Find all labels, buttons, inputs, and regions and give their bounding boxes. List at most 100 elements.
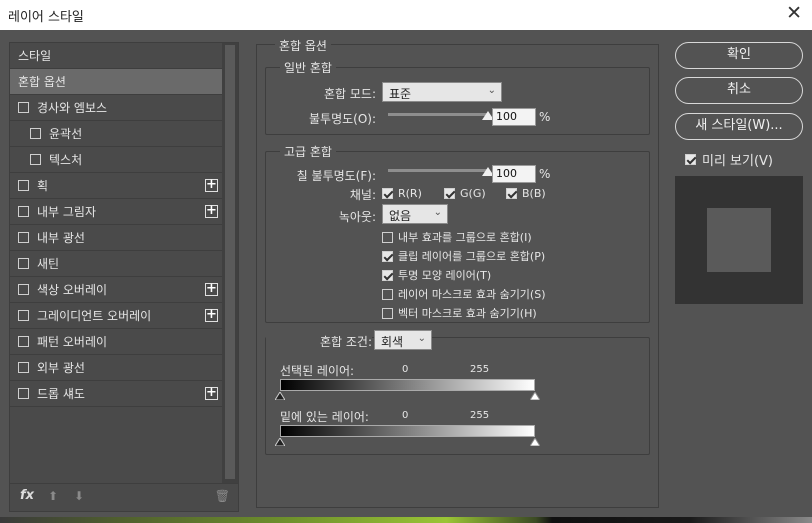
section-title: 혼합 옵션 xyxy=(275,37,331,54)
channel-r-checkbox[interactable] xyxy=(382,188,393,199)
style-item-checkbox[interactable] xyxy=(18,336,29,347)
move-up-icon[interactable]: ⬆ xyxy=(48,489,58,503)
style-item-label: 혼합 옵션 xyxy=(18,75,66,89)
advanced-option[interactable]: 레이어 마스크로 효과 숨기기(S) xyxy=(382,286,546,302)
style-item-label: 윤곽선 xyxy=(49,127,83,141)
advanced-option-checkbox[interactable] xyxy=(382,250,393,262)
style-item[interactable]: 색상 오버레이 + xyxy=(10,277,222,303)
advanced-option-checkbox[interactable] xyxy=(382,307,393,319)
this-layer-black-slider[interactable] xyxy=(275,392,285,400)
style-item[interactable]: 내부 광선 xyxy=(10,225,222,251)
styles-header[interactable]: 스타일 xyxy=(10,43,222,69)
this-layer-gradient xyxy=(280,379,535,391)
scrollbar-thumb[interactable] xyxy=(225,45,235,479)
channel-g[interactable]: G(G) xyxy=(444,187,486,200)
style-item[interactable]: 새틴 xyxy=(10,251,222,277)
style-item-label: 획 xyxy=(37,179,49,193)
style-item[interactable]: 드롭 섀도 + xyxy=(10,381,222,407)
style-item-checkbox[interactable] xyxy=(18,388,29,399)
style-item[interactable]: 그레이디언트 오버레이 + xyxy=(10,303,222,329)
ok-button[interactable]: 확인 xyxy=(675,42,803,69)
fill-opacity-input[interactable]: 100 xyxy=(492,165,536,183)
advanced-blending-title: 고급 혼합 xyxy=(280,143,336,160)
this-layer-label: 선택된 레이어: xyxy=(280,364,355,378)
style-item-label: 그레이디언트 오버레이 xyxy=(37,309,152,323)
fill-opacity-label: 칠 불투명도(F): xyxy=(296,169,376,183)
style-preview xyxy=(675,176,803,304)
style-item[interactable]: 혼합 옵션 xyxy=(10,69,222,95)
fill-opacity-unit: % xyxy=(539,167,551,181)
opacity-label: 불투명도(O): xyxy=(308,112,376,126)
opacity-input[interactable]: 100 xyxy=(492,108,536,126)
advanced-option[interactable]: 내부 효과를 그룹으로 혼합(I) xyxy=(382,229,532,245)
opacity-slider[interactable] xyxy=(388,113,488,116)
add-effect-icon[interactable]: + xyxy=(205,204,218,218)
style-item[interactable]: 패턴 오버레이 xyxy=(10,329,222,355)
add-effect-icon[interactable]: + xyxy=(205,308,218,322)
preview-checkbox[interactable] xyxy=(685,154,696,165)
style-item-checkbox[interactable] xyxy=(30,154,41,165)
blend-if-select[interactable]: 회색 ⌄ xyxy=(374,330,432,350)
style-item[interactable]: 외부 광선 xyxy=(10,355,222,381)
styles-scrollbar[interactable] xyxy=(222,43,238,483)
blend-mode-select[interactable]: 표준 ⌄ xyxy=(382,82,502,102)
channels-label: 채널: xyxy=(349,188,376,202)
style-item-checkbox[interactable] xyxy=(18,258,29,269)
background-strip xyxy=(0,517,812,523)
underlying-black-slider[interactable] xyxy=(275,438,285,446)
advanced-option[interactable]: 벡터 마스크로 효과 숨기기(H) xyxy=(382,305,537,321)
cancel-button[interactable]: 취소 xyxy=(675,77,803,104)
advanced-option-checkbox[interactable] xyxy=(382,231,393,243)
blend-if-value: 회색 xyxy=(381,335,404,349)
add-effect-icon[interactable]: + xyxy=(205,282,218,296)
channel-g-checkbox[interactable] xyxy=(444,188,455,199)
style-item[interactable]: 경사와 엠보스 xyxy=(10,95,222,121)
advanced-option[interactable]: 클립 레이어를 그룹으로 혼합(P) xyxy=(382,248,545,264)
underlying-white-slider[interactable] xyxy=(530,438,540,446)
this-layer-white-slider[interactable] xyxy=(530,392,540,400)
trash-icon[interactable]: 🗑 xyxy=(215,489,230,503)
fill-opacity-slider[interactable] xyxy=(388,169,488,172)
style-item-checkbox[interactable] xyxy=(30,128,41,139)
move-down-icon[interactable]: ⬇ xyxy=(74,489,84,503)
styles-list: 스타일 혼합 옵션 경사와 엠보스 윤곽선 텍스처 획 + 내부 그림자 + 내부 광선 새틴 색상… xyxy=(10,43,222,407)
style-item-label: 패턴 오버레이 xyxy=(37,335,108,349)
knockout-select[interactable]: 없음 ⌄ xyxy=(382,204,448,224)
blend-if-label: 혼합 조건: xyxy=(266,333,372,350)
new-style-button[interactable]: 새 스타일(W)... xyxy=(675,113,803,140)
fx-icon[interactable]: fx xyxy=(20,488,34,503)
style-item-checkbox[interactable] xyxy=(18,102,29,113)
style-item[interactable]: 획 + xyxy=(10,173,222,199)
title-bar: 레이어 스타일 ✕ xyxy=(0,0,812,30)
opacity-unit: % xyxy=(539,110,551,124)
style-item-checkbox[interactable] xyxy=(18,232,29,243)
advanced-option-checkbox[interactable] xyxy=(382,288,393,300)
chevron-down-icon: ⌄ xyxy=(487,85,496,96)
style-item-label: 내부 광선 xyxy=(37,231,85,245)
close-icon[interactable]: ✕ xyxy=(786,2,802,24)
advanced-option[interactable]: 투명 모양 레이어(T) xyxy=(382,267,491,283)
blending-options-panel: 혼합 옵션 일반 혼합 혼합 모드: 표준 ⌄ 불투명도(O): 100 % 고… xyxy=(256,37,659,508)
advanced-option-label: 클립 레이어를 그룹으로 혼합(P) xyxy=(398,250,546,263)
channel-b-checkbox[interactable] xyxy=(506,188,517,199)
advanced-option-label: 레이어 마스크로 효과 숨기기(S) xyxy=(398,288,546,301)
channel-g-label: G(G) xyxy=(460,187,486,200)
style-item-checkbox[interactable] xyxy=(18,362,29,373)
add-effect-icon[interactable]: + xyxy=(205,178,218,192)
style-item-checkbox[interactable] xyxy=(18,180,29,191)
channel-r[interactable]: R(R) xyxy=(382,187,422,200)
style-item-checkbox[interactable] xyxy=(18,310,29,321)
this-layer-high: 255 xyxy=(470,364,490,375)
style-item-label: 텍스처 xyxy=(49,153,83,167)
style-item-checkbox[interactable] xyxy=(18,284,29,295)
style-item[interactable]: 내부 그림자 + xyxy=(10,199,222,225)
channel-b[interactable]: B(B) xyxy=(506,187,546,200)
chevron-down-icon: ⌄ xyxy=(433,207,442,218)
advanced-option-checkbox[interactable] xyxy=(382,269,393,281)
style-item-checkbox[interactable] xyxy=(18,206,29,217)
add-effect-icon[interactable]: + xyxy=(205,386,218,400)
style-item[interactable]: 윤곽선 xyxy=(10,121,222,147)
styles-footer: fx ⬆ ⬇ 🗑 xyxy=(10,483,238,511)
preview-toggle[interactable]: 미리 보기(V) xyxy=(685,150,773,169)
style-item[interactable]: 텍스처 xyxy=(10,147,222,173)
